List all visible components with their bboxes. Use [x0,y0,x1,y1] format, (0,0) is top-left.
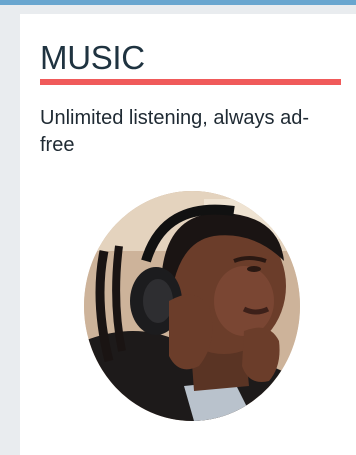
music-card: MUSIC Unlimited listening, always ad-fre… [20,14,356,455]
title-underline [40,79,341,85]
top-accent-bar [0,0,356,5]
section-title: MUSIC [40,39,145,76]
section-subtitle: Unlimited listening, always ad-free [40,107,310,156]
listener-photo-illustration [84,191,300,421]
listener-photo [84,191,300,421]
